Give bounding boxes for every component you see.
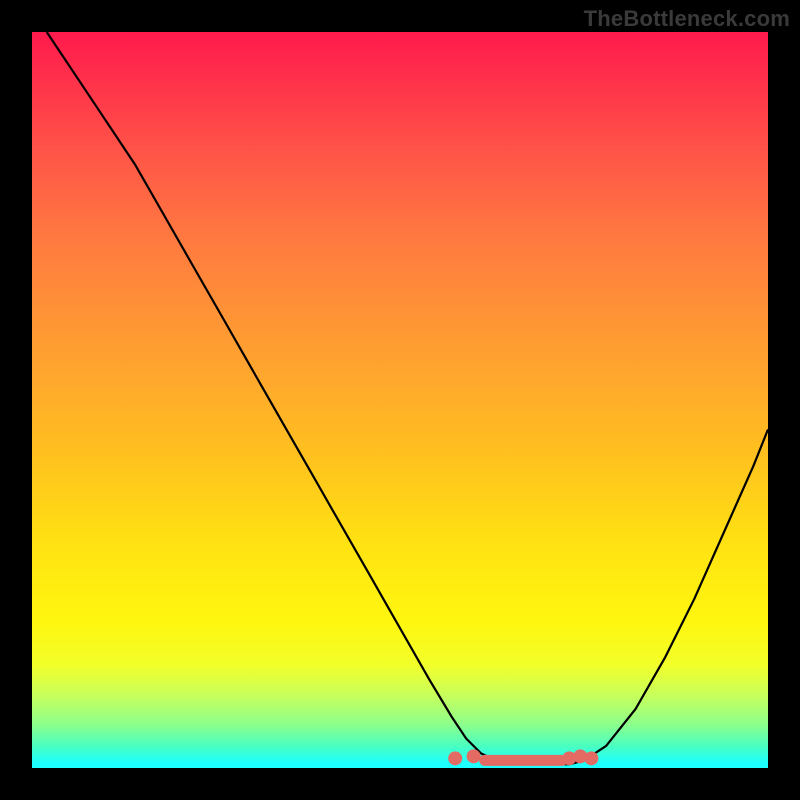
highlight-dot	[467, 749, 481, 763]
chart-svg	[32, 32, 768, 768]
bottleneck-curve-path	[47, 32, 768, 764]
plot-area	[32, 32, 768, 768]
highlight-dot	[584, 751, 598, 765]
highlight-dot	[448, 751, 462, 765]
watermark-text: TheBottleneck.com	[584, 6, 790, 32]
chart-frame: TheBottleneck.com	[0, 0, 800, 800]
